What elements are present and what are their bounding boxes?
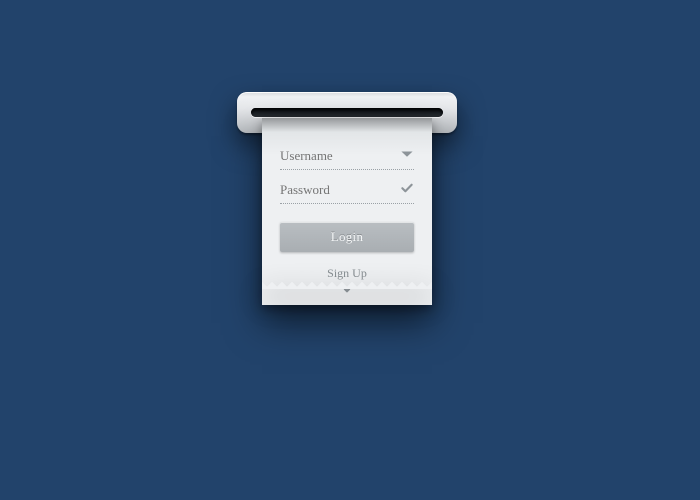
login-card-stage: Login Sign Up <box>0 0 700 500</box>
password-row <box>280 178 414 212</box>
login-form: Login Sign Up <box>262 118 432 305</box>
receipt-torn-edge <box>262 279 432 289</box>
signup-label: Sign Up <box>327 266 367 280</box>
username-row <box>280 144 414 178</box>
login-button[interactable]: Login <box>280 222 414 252</box>
caret-down-icon <box>400 147 414 161</box>
printer-slot <box>251 108 443 117</box>
check-icon <box>400 181 414 195</box>
username-input[interactable] <box>280 144 414 170</box>
password-input[interactable] <box>280 178 414 204</box>
